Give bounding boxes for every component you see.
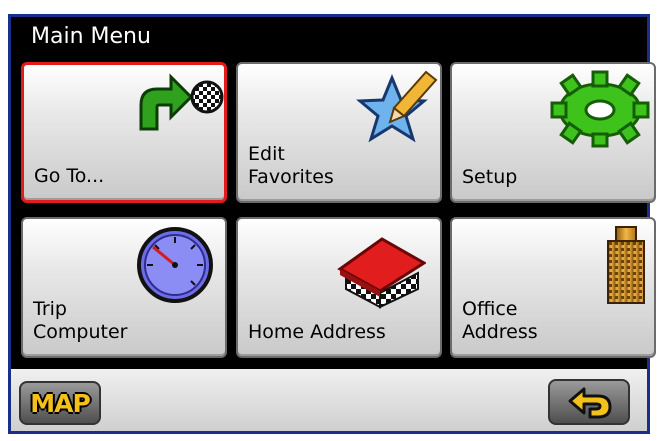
- page-title: Main Menu: [31, 24, 151, 49]
- device-screen: Main Menu Go To... Edit Favorites Setup …: [8, 14, 656, 434]
- office-building-icon: [607, 226, 645, 304]
- arrow-checkered-flag-icon: [139, 73, 224, 131]
- home-address-label: Home Address: [248, 321, 386, 343]
- gear-icon: [550, 70, 650, 148]
- back-button[interactable]: [548, 379, 630, 425]
- speedometer-icon: [137, 227, 213, 303]
- trip-computer-label: Trip Computer: [33, 298, 128, 343]
- bottom-toolbar: MAP: [11, 369, 647, 431]
- trip-computer-button[interactable]: Trip Computer: [21, 217, 227, 358]
- back-arrow-icon: [568, 387, 612, 419]
- edit-favorites-label: Edit Favorites: [248, 143, 334, 188]
- office-address-label: Office Address: [462, 298, 538, 343]
- map-button[interactable]: MAP: [19, 381, 101, 425]
- title-bar: Main Menu: [11, 17, 647, 57]
- edit-favorites-button[interactable]: Edit Favorites: [236, 62, 442, 203]
- setup-label: Setup: [462, 166, 518, 188]
- menu-grid: Go To... Edit Favorites Setup Trip Compu…: [11, 57, 656, 367]
- go-to-button[interactable]: Go To...: [21, 62, 227, 203]
- map-label: MAP: [30, 389, 91, 418]
- house-icon: [337, 237, 426, 309]
- setup-button[interactable]: Setup: [450, 62, 656, 203]
- office-address-button[interactable]: Office Address: [450, 217, 656, 358]
- star-pencil-icon: [356, 70, 438, 143]
- home-address-button[interactable]: Home Address: [236, 217, 442, 358]
- go-to-label: Go To...: [34, 165, 105, 187]
